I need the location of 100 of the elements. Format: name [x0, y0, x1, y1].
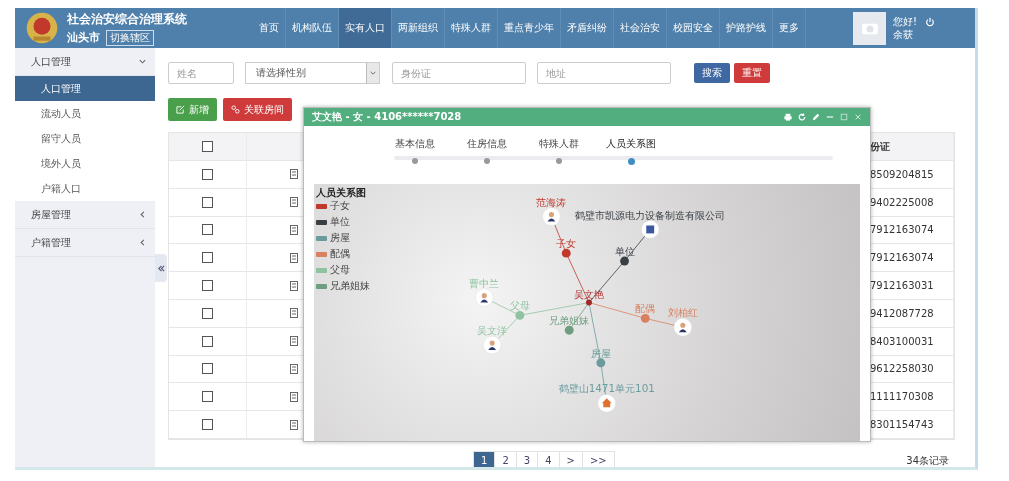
page-link[interactable]: 3	[515, 450, 539, 467]
checkbox[interactable]	[202, 168, 213, 180]
relation-node[interactable]	[515, 311, 525, 320]
nav-tab[interactable]: 护路护线	[720, 8, 773, 48]
emblem-icon	[25, 11, 59, 45]
print-icon[interactable]	[784, 112, 792, 121]
system-title: 社会治安综合治理系统	[67, 10, 188, 28]
node-label: 吴文洋	[477, 324, 508, 337]
search-button[interactable]: 搜索	[694, 63, 730, 83]
caret-icon	[369, 69, 377, 77]
sidebar-item[interactable]: 户籍人口	[15, 176, 155, 201]
document-icon[interactable]	[290, 197, 298, 208]
name-field[interactable]: 姓名	[168, 62, 234, 84]
nav-tab[interactable]: 校园安全	[667, 8, 720, 48]
record-count: 34条记录	[906, 453, 949, 467]
collapse-sidebar-button[interactable]	[155, 254, 167, 282]
address-field[interactable]: 地址	[537, 62, 671, 84]
person-node[interactable]	[542, 207, 561, 226]
switch-area-button[interactable]: 切换辖区	[106, 29, 154, 46]
wizard-step[interactable]: 住房信息	[467, 136, 507, 151]
refresh-icon[interactable]	[798, 112, 806, 121]
document-icon[interactable]	[290, 280, 298, 291]
legend-item[interactable]: 兄弟姐妹	[316, 279, 370, 294]
nav-tab[interactable]: 重点青少年	[498, 8, 561, 48]
document-icon[interactable]	[290, 419, 298, 430]
legend-item[interactable]: 单位	[316, 215, 370, 230]
legend-item[interactable]: 配偶	[316, 247, 370, 262]
nav-tab[interactable]: 两新组织	[392, 8, 445, 48]
id-number-cell: 8509204815	[870, 168, 934, 180]
relation-node[interactable]	[564, 325, 574, 335]
sidebar-group[interactable]: 户籍管理	[15, 229, 155, 257]
checkbox[interactable]	[202, 196, 213, 208]
relation-node[interactable]	[640, 314, 650, 323]
document-icon[interactable]	[290, 169, 298, 180]
column-header: 份证	[870, 139, 890, 154]
link-room-button[interactable]: 关联房间	[223, 98, 292, 121]
nav-tab[interactable]: 更多	[773, 8, 806, 48]
center-node[interactable]	[586, 299, 592, 306]
house-node[interactable]	[597, 394, 616, 413]
node-label: 父母	[509, 299, 530, 312]
legend-item[interactable]: 子女	[316, 199, 370, 214]
id-number-field[interactable]: 身份证	[392, 62, 526, 84]
node-label: 范海涛	[536, 195, 567, 208]
document-icon[interactable]	[290, 252, 298, 263]
checkbox[interactable]	[202, 335, 213, 347]
gender-select[interactable]: 请选择性别	[245, 62, 380, 84]
page-link[interactable]: >	[558, 450, 583, 467]
power-icon[interactable]	[925, 17, 935, 27]
checkbox[interactable]	[202, 141, 213, 152]
page-link[interactable]: 1	[473, 450, 496, 467]
person-node[interactable]	[483, 336, 502, 355]
node-label: 配偶	[635, 302, 656, 315]
document-icon[interactable]	[290, 363, 298, 374]
wizard-step[interactable]: 基本信息	[395, 136, 435, 151]
person-node[interactable]	[673, 318, 692, 337]
wizard-step[interactable]: 人员关系图	[606, 136, 656, 151]
relation-node[interactable]	[620, 256, 629, 266]
page-link[interactable]: 4	[537, 450, 560, 467]
node-label: 刘柏红	[667, 306, 698, 319]
checkbox[interactable]	[202, 252, 213, 264]
document-icon[interactable]	[290, 308, 298, 319]
nav-tab[interactable]: 首页	[253, 8, 286, 48]
chevron-icon	[138, 238, 147, 247]
document-icon[interactable]	[290, 391, 298, 402]
sidebar-item[interactable]: 人口管理	[15, 76, 155, 101]
legend-item[interactable]: 房屋	[316, 231, 370, 246]
checkbox[interactable]	[202, 307, 213, 319]
checkbox[interactable]	[202, 224, 213, 236]
document-icon[interactable]	[290, 336, 298, 347]
document-icon[interactable]	[290, 225, 298, 235]
page-link[interactable]: 2	[494, 450, 517, 467]
legend-item[interactable]: 父母	[316, 263, 370, 278]
checkbox[interactable]	[202, 363, 213, 375]
nav-tab[interactable]: 实有人口	[339, 8, 392, 48]
relation-node[interactable]	[596, 358, 606, 368]
nav-tab[interactable]: 矛盾纠纷	[561, 8, 614, 48]
sidebar-item[interactable]: 流动人员	[15, 101, 155, 126]
node-label: 曹中兰	[469, 276, 500, 289]
id-number-cell: 9402225008	[870, 196, 934, 208]
checkbox[interactable]	[202, 419, 213, 431]
node-label: 鹤壁市凯源电力设备制造有限公司	[575, 208, 726, 221]
nav-tab[interactable]: 特殊人群	[445, 8, 498, 48]
wizard-step[interactable]: 特殊人群	[539, 136, 579, 151]
id-number-cell: 8301154743	[870, 419, 934, 431]
nav-tab[interactable]: 社会治安	[614, 8, 667, 48]
avatar[interactable]	[853, 11, 886, 45]
checkbox[interactable]	[202, 391, 213, 403]
person-node[interactable]	[475, 288, 494, 307]
chevron-icon	[138, 210, 147, 219]
reset-button[interactable]: 重置	[734, 63, 770, 83]
relation-node[interactable]	[561, 248, 571, 258]
sidebar-item[interactable]: 境外人员	[15, 151, 155, 176]
sidebar-group[interactable]: 房屋管理	[15, 201, 155, 229]
node-label: 兄弟姐妹	[549, 314, 590, 327]
company-node[interactable]	[641, 220, 660, 239]
page-link[interactable]: >>	[581, 450, 615, 467]
pencil-icon[interactable]	[812, 112, 820, 121]
sidebar-item[interactable]: 留守人员	[15, 126, 155, 151]
double-chevron-icon	[156, 263, 166, 273]
checkbox[interactable]	[202, 280, 213, 292]
